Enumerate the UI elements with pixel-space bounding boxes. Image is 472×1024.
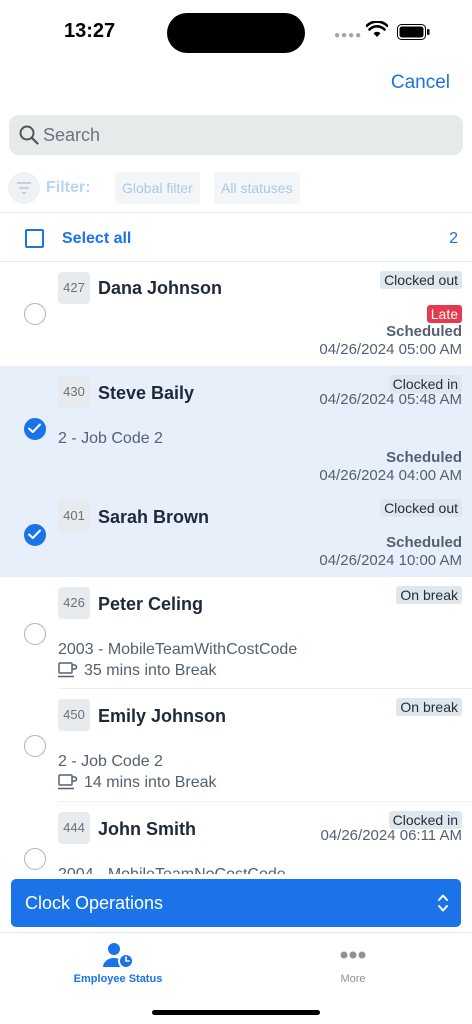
status-time: 04/26/2024 05:48 AM — [319, 391, 462, 408]
tab-more[interactable]: More — [283, 941, 423, 995]
late-badge: Late — [426, 305, 462, 323]
employee-id-badge: 450 — [58, 699, 90, 731]
status-badge: On break — [396, 586, 462, 604]
employee-id-badge: 401 — [58, 500, 90, 532]
row-select-radio[interactable] — [24, 848, 46, 870]
employee-name: Dana Johnson — [98, 278, 223, 298]
employee-id-badge: 426 — [58, 587, 90, 619]
select-all-checkbox[interactable] — [25, 229, 44, 248]
employee-id-badge: 444 — [58, 812, 90, 844]
employee-row[interactable]: 430 Steve Baily Clocked in 04/26/2024 05… — [0, 366, 472, 490]
scheduled-time: 04/26/2024 10:00 AM — [319, 552, 462, 569]
scheduled-label: Scheduled — [386, 323, 462, 340]
scheduled-time: 04/26/2024 04:00 AM — [319, 467, 462, 484]
row-select-radio-checked[interactable] — [24, 418, 46, 440]
row-select-radio[interactable] — [24, 735, 46, 757]
cancel-button[interactable]: Cancel — [391, 72, 450, 94]
home-indicator — [152, 1010, 320, 1015]
job-code: 2 - Job Code 2 — [58, 753, 163, 770]
cellular-signal-icon: ●●●● — [334, 30, 363, 41]
status-bar: 13:27 ●●●● — [0, 0, 472, 64]
job-code: 2003 - MobileTeamWithCostCode — [58, 641, 298, 658]
row-select-radio[interactable] — [24, 303, 46, 325]
filter-label: Filter: — [46, 179, 91, 196]
selected-count: 2 — [449, 230, 458, 247]
search-bar[interactable] — [9, 115, 463, 155]
tab-label: Employee Status — [73, 973, 163, 985]
employee-id-badge: 427 — [58, 272, 90, 304]
row-select-radio-checked[interactable] — [24, 524, 46, 546]
employee-row[interactable]: 426 Peter Celing On break 2003 - MobileT… — [0, 577, 472, 689]
battery-icon — [397, 24, 430, 40]
tab-employee-status[interactable]: Employee Status — [48, 941, 188, 995]
wifi-icon — [366, 21, 388, 37]
status-badge: Clocked out — [380, 499, 462, 517]
employee-list[interactable]: 427 Dana Johnson Clocked out Late Schedu… — [0, 262, 472, 874]
break-info: 35 mins into Break — [58, 662, 217, 680]
checkmark-icon — [28, 423, 41, 433]
search-icon — [19, 125, 39, 145]
scheduled-label: Scheduled — [386, 534, 462, 551]
employee-id-badge: 430 — [58, 376, 90, 408]
break-text: 35 mins into Break — [84, 662, 217, 679]
employee-row[interactable]: 427 Dana Johnson Clocked out Late Schedu… — [0, 262, 472, 366]
more-dots-icon — [340, 951, 366, 959]
coffee-cup-icon — [58, 662, 78, 678]
scheduled-label: Scheduled — [386, 449, 462, 466]
row-select-radio[interactable] — [24, 623, 46, 645]
employee-row[interactable]: 401 Sarah Brown Clocked out Scheduled 04… — [0, 490, 472, 577]
clock-operations-button[interactable]: Clock Operations — [11, 879, 461, 927]
filter-icon[interactable] — [8, 172, 40, 204]
coffee-cup-icon — [58, 774, 78, 790]
employee-status-icon — [103, 943, 134, 969]
checkmark-icon — [28, 529, 41, 539]
employee-row[interactable]: 444 John Smith Clocked in 04/26/2024 06:… — [0, 802, 472, 874]
employee-name: Peter Celing — [98, 594, 204, 614]
job-code: 2 - Job Code 2 — [58, 430, 163, 447]
employee-name: Sarah Brown — [98, 507, 210, 527]
chevron-up-down-icon — [438, 894, 448, 912]
break-text: 14 mins into Break — [84, 774, 217, 791]
status-filter-chip[interactable]: All statuses — [214, 172, 300, 204]
status-time: 13:27 — [64, 20, 116, 42]
employee-row[interactable]: 450 Emily Johnson On break 2 - Job Code … — [0, 689, 472, 802]
dynamic-island — [167, 13, 305, 53]
employee-name: Steve Baily — [98, 383, 195, 403]
status-time: 04/26/2024 06:11 AM — [320, 827, 462, 844]
employee-name: John Smith — [98, 819, 196, 839]
job-code: 2004 - MobileTeamNoCostCode — [58, 866, 286, 874]
status-badge: On break — [396, 698, 462, 716]
clock-operations-label: Clock Operations — [25, 893, 164, 913]
global-filter-chip[interactable]: Global filter — [115, 172, 200, 204]
select-all-label[interactable]: Select all — [62, 230, 131, 248]
employee-name: Emily Johnson — [98, 706, 227, 726]
search-input[interactable] — [43, 121, 443, 149]
scheduled-time: 04/26/2024 05:00 AM — [319, 341, 462, 358]
status-badge: Clocked out — [380, 271, 462, 289]
break-info: 14 mins into Break — [58, 774, 217, 792]
tab-label: More — [340, 973, 366, 985]
select-all-row[interactable]: Select all 2 — [0, 212, 472, 262]
filter-row: Filter: Global filter All statuses — [0, 168, 472, 208]
